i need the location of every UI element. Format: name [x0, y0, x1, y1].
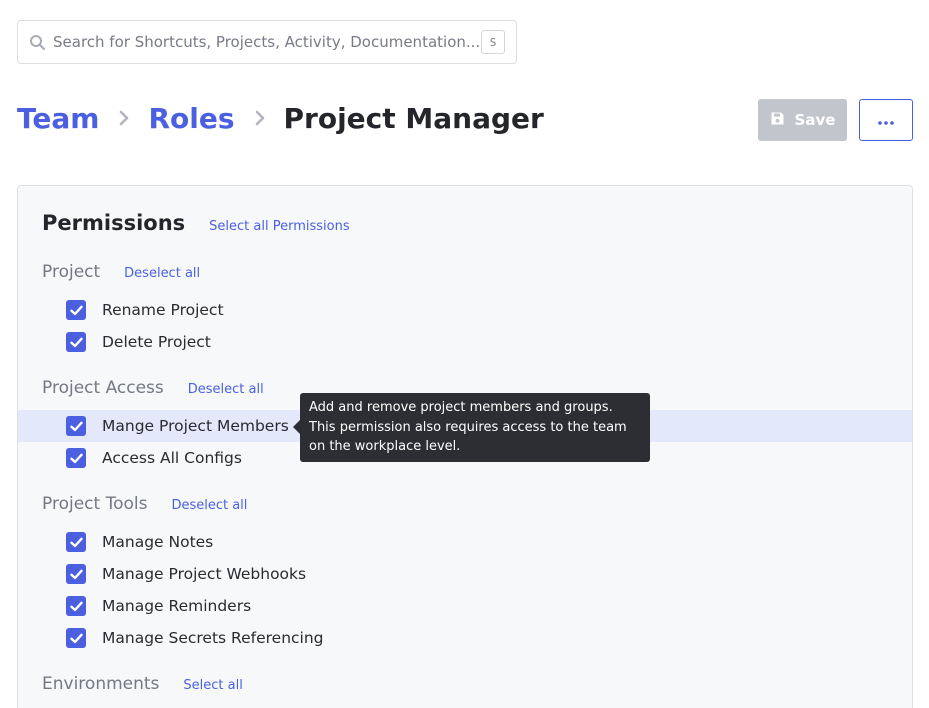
permission-tooltip: Add and remove project members and group… [293, 393, 650, 462]
permission-row-manage-notes[interactable]: Manage Notes [18, 526, 912, 558]
checkbox-checked[interactable] [66, 300, 86, 320]
checkbox-checked[interactable] [66, 448, 86, 468]
deselect-all-project-link[interactable]: Deselect all [124, 266, 200, 281]
tooltip-text: Add and remove project members and group… [309, 400, 627, 454]
group-header-environments: Environments Select all [42, 674, 243, 694]
permission-label: Access All Configs [102, 449, 242, 467]
group-title: Project [42, 262, 101, 282]
deselect-all-project-access-link[interactable]: Deselect all [188, 382, 264, 397]
group-title: Environments [42, 674, 160, 694]
search-icon [29, 33, 47, 51]
save-button[interactable]: Save [758, 99, 847, 141]
select-all-environments-link[interactable]: Select all [183, 678, 242, 693]
checkbox-checked[interactable] [66, 416, 86, 436]
checkbox-checked[interactable] [66, 532, 86, 552]
group-header-project-access: Project Access Deselect all [42, 378, 264, 398]
checkbox-checked[interactable] [66, 596, 86, 616]
permission-row-manage-reminders[interactable]: Manage Reminders [18, 590, 912, 622]
group-header-project: Project Deselect all [42, 262, 200, 282]
group-title: Project Tools [42, 494, 148, 514]
floppy-disk-icon [770, 111, 785, 130]
group-title: Project Access [42, 378, 164, 398]
ellipsis-icon [878, 113, 894, 128]
chevron-right-icon [248, 106, 272, 130]
chevron-right-icon [112, 106, 136, 130]
permission-row-manage-secrets-referencing[interactable]: Manage Secrets Referencing [18, 622, 912, 654]
permission-label: Manage Reminders [102, 597, 252, 615]
checkbox-checked[interactable] [66, 332, 86, 352]
breadcrumb-roles-link[interactable]: Roles [148, 102, 234, 135]
search-input[interactable] [53, 33, 481, 51]
permissions-header: Permissions Select all Permissions [42, 211, 350, 235]
save-button-label: Save [794, 111, 836, 129]
permission-label: Manage Notes [102, 533, 214, 551]
group-header-project-tools: Project Tools Deselect all [42, 494, 247, 514]
permission-row-manage-project-webhooks[interactable]: Manage Project Webhooks [18, 558, 912, 590]
permission-label: Manage Project Webhooks [102, 565, 307, 583]
permission-label: Manage Secrets Referencing [102, 629, 324, 647]
select-all-permissions-link[interactable]: Select all Permissions [209, 219, 349, 234]
permissions-title: Permissions [42, 211, 186, 235]
permission-label: Delete Project [102, 333, 211, 351]
breadcrumb-team-link[interactable]: Team [17, 102, 99, 135]
more-options-button[interactable] [859, 99, 913, 141]
search-shortcut-key: S [481, 30, 505, 54]
global-search[interactable]: S [17, 20, 517, 64]
checkbox-checked[interactable] [66, 564, 86, 584]
permission-row-rename-project[interactable]: Rename Project [18, 294, 912, 326]
permission-label: Rename Project [102, 301, 224, 319]
tooltip-arrow [293, 420, 300, 434]
page-title: Project Manager [283, 101, 544, 135]
breadcrumb: Team Roles Project Manager [17, 96, 544, 140]
deselect-all-project-tools-link[interactable]: Deselect all [171, 498, 247, 513]
checkbox-checked[interactable] [66, 628, 86, 648]
permission-label: Mange Project Members [102, 417, 289, 435]
permission-row-delete-project[interactable]: Delete Project [18, 326, 912, 358]
